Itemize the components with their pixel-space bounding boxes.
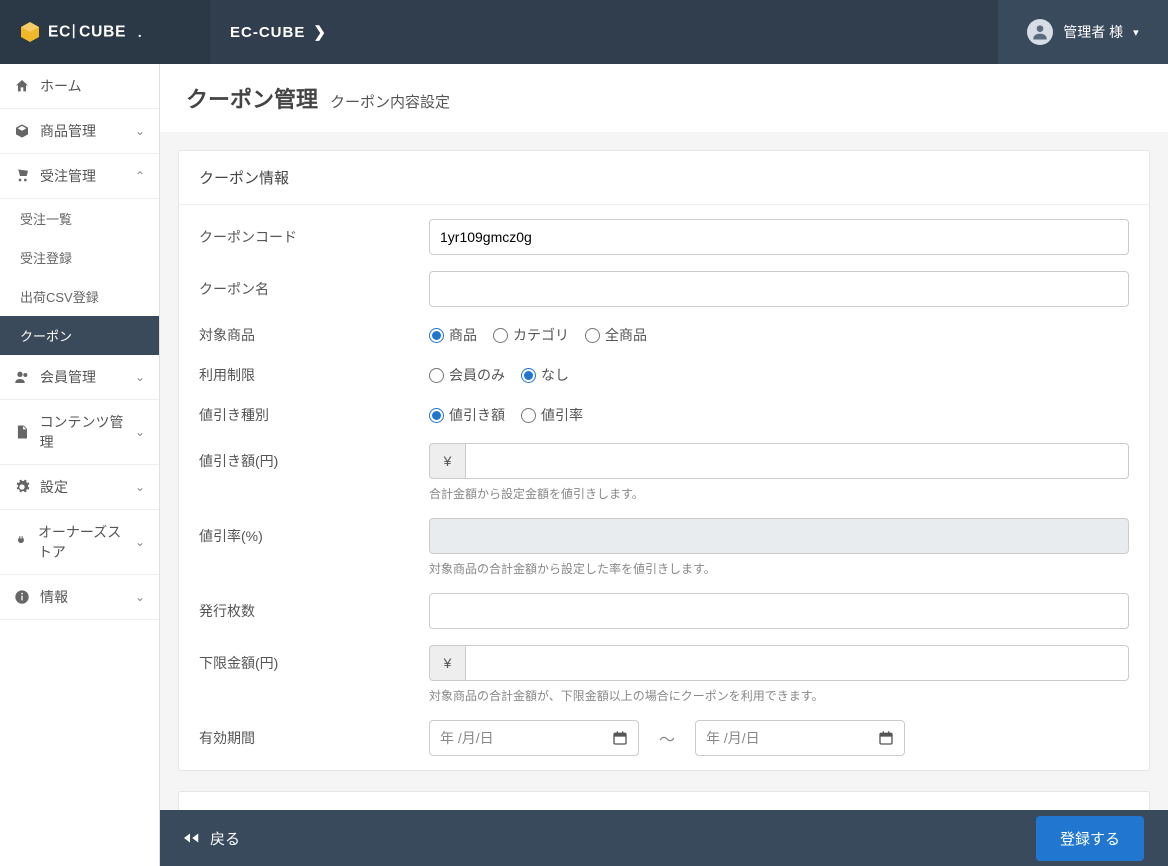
- user-label: 管理者 様: [1063, 22, 1123, 42]
- issue-input[interactable]: [429, 593, 1129, 629]
- nav-order-register[interactable]: 受注登録: [0, 238, 159, 277]
- discount-type-rate[interactable]: 値引率: [521, 405, 583, 425]
- chevron-down-icon: ⌄: [135, 425, 145, 439]
- rewind-icon: [184, 831, 202, 845]
- code-label: クーポンコード: [199, 219, 429, 247]
- chevron-down-icon: ⌄: [135, 124, 145, 138]
- discount-type-radio-group: 値引き額 値引率: [429, 403, 1129, 427]
- discount-amount-help: 合計金額から設定金額を値引きします。: [429, 485, 1129, 502]
- chevron-right-icon: ❯: [313, 23, 327, 41]
- restrict-radio-member[interactable]: 会員のみ: [429, 365, 505, 385]
- nav-order[interactable]: 受注管理 ⌃: [0, 154, 159, 199]
- coupon-info-card: クーポン情報 クーポンコード クーポン名 対象商品 商: [178, 150, 1150, 771]
- chevron-up-icon: ⌃: [135, 169, 145, 183]
- restrict-radio-none[interactable]: なし: [521, 365, 569, 385]
- target-radio-product[interactable]: 商品: [429, 325, 477, 345]
- lower-input[interactable]: [465, 645, 1129, 681]
- nav-info[interactable]: 情報 ⌄: [0, 575, 159, 620]
- page-subtitle: クーポン内容設定: [330, 91, 450, 112]
- topbar: EC CUBE EC-CUBE ❯ 管理者 様 ▾: [0, 0, 1168, 64]
- users-icon: [14, 369, 30, 385]
- footer-bar: 戻る 登録する: [160, 810, 1168, 866]
- target-radio-category[interactable]: カテゴリ: [493, 325, 569, 345]
- avatar-icon: [1027, 19, 1053, 45]
- start-date-input[interactable]: 年 /月/日: [429, 720, 639, 756]
- product-info-header[interactable]: 商品情報 ⌃: [179, 792, 1149, 810]
- yen-prefix: ¥: [429, 645, 465, 681]
- nav-content[interactable]: コンテンツ管理 ⌄: [0, 400, 159, 465]
- user-menu[interactable]: 管理者 様 ▾: [998, 0, 1168, 64]
- cube-icon: [18, 20, 42, 44]
- discount-amount-input[interactable]: [465, 443, 1129, 479]
- nav-owners[interactable]: オーナーズストア ⌄: [0, 510, 159, 575]
- logo-area: EC CUBE: [0, 0, 210, 64]
- discount-rate-input: [429, 518, 1129, 554]
- svg-text:EC: EC: [48, 24, 71, 41]
- target-radio-group: 商品 カテゴリ 全商品: [429, 323, 1129, 347]
- lower-help: 対象商品の合計金額が、下限金額以上の場合にクーポンを利用できます。: [429, 687, 1129, 704]
- home-icon: [14, 78, 30, 94]
- plug-icon: [14, 534, 28, 550]
- cart-icon: [14, 168, 30, 184]
- lower-label: 下限金額(円): [199, 645, 429, 673]
- target-label: 対象商品: [199, 323, 429, 345]
- chevron-down-icon: ⌄: [135, 590, 145, 604]
- sidebar: ホーム 商品管理 ⌄ 受注管理 ⌃ 受注一覧 受注登録 出荷CSV登録 クーポン…: [0, 64, 160, 866]
- submit-button[interactable]: 登録する: [1036, 816, 1144, 861]
- restrict-radio-group: 会員のみ なし: [429, 363, 1129, 387]
- code-input[interactable]: [429, 219, 1129, 255]
- nav-setting[interactable]: 設定 ⌄: [0, 465, 159, 510]
- calendar-icon: [878, 730, 894, 746]
- period-separator: 〜: [659, 726, 675, 750]
- chevron-down-icon: ⌄: [135, 480, 145, 494]
- restrict-label: 利用制限: [199, 363, 429, 385]
- calendar-icon: [612, 730, 628, 746]
- nav-order-list[interactable]: 受注一覧: [0, 199, 159, 238]
- end-date-input[interactable]: 年 /月/日: [695, 720, 905, 756]
- name-label: クーポン名: [199, 271, 429, 299]
- name-input[interactable]: [429, 271, 1129, 307]
- issue-label: 発行枚数: [199, 593, 429, 621]
- chevron-down-icon: ▾: [1133, 26, 1139, 39]
- yen-prefix: ¥: [429, 443, 465, 479]
- nav-product[interactable]: 商品管理 ⌄: [0, 109, 159, 154]
- breadcrumb-text: EC-CUBE: [230, 24, 305, 41]
- target-radio-all[interactable]: 全商品: [585, 325, 647, 345]
- nav-coupon[interactable]: クーポン: [0, 316, 159, 355]
- breadcrumb[interactable]: EC-CUBE ❯: [210, 23, 998, 41]
- page-title: クーポン管理: [186, 82, 318, 114]
- info-icon: [14, 589, 30, 605]
- nav-home[interactable]: ホーム: [0, 64, 159, 109]
- period-label: 有効期間: [199, 720, 429, 748]
- coupon-info-header: クーポン情報: [179, 151, 1149, 204]
- discount-type-label: 値引き種別: [199, 403, 429, 425]
- svg-text:CUBE: CUBE: [79, 24, 126, 41]
- chevron-down-icon: ⌄: [135, 370, 145, 384]
- chevron-down-icon: ⌄: [135, 535, 145, 549]
- brand-logo: EC CUBE: [18, 20, 188, 44]
- gear-icon: [14, 479, 30, 495]
- discount-rate-label: 値引率(%): [199, 518, 429, 546]
- discount-rate-help: 対象商品の合計金額から設定した率を値引きします。: [429, 560, 1129, 577]
- nav-member[interactable]: 会員管理 ⌄: [0, 355, 159, 400]
- file-icon: [14, 424, 30, 440]
- box-icon: [14, 123, 30, 139]
- discount-amount-label: 値引き額(円): [199, 443, 429, 471]
- product-info-card: 商品情報 ⌃ 商品の追加: [178, 791, 1150, 810]
- discount-type-amount[interactable]: 値引き額: [429, 405, 505, 425]
- back-button[interactable]: 戻る: [184, 828, 240, 849]
- brand-text: EC CUBE: [48, 22, 188, 42]
- nav-ship-csv[interactable]: 出荷CSV登録: [0, 277, 159, 316]
- page-header: クーポン管理 クーポン内容設定: [160, 64, 1168, 132]
